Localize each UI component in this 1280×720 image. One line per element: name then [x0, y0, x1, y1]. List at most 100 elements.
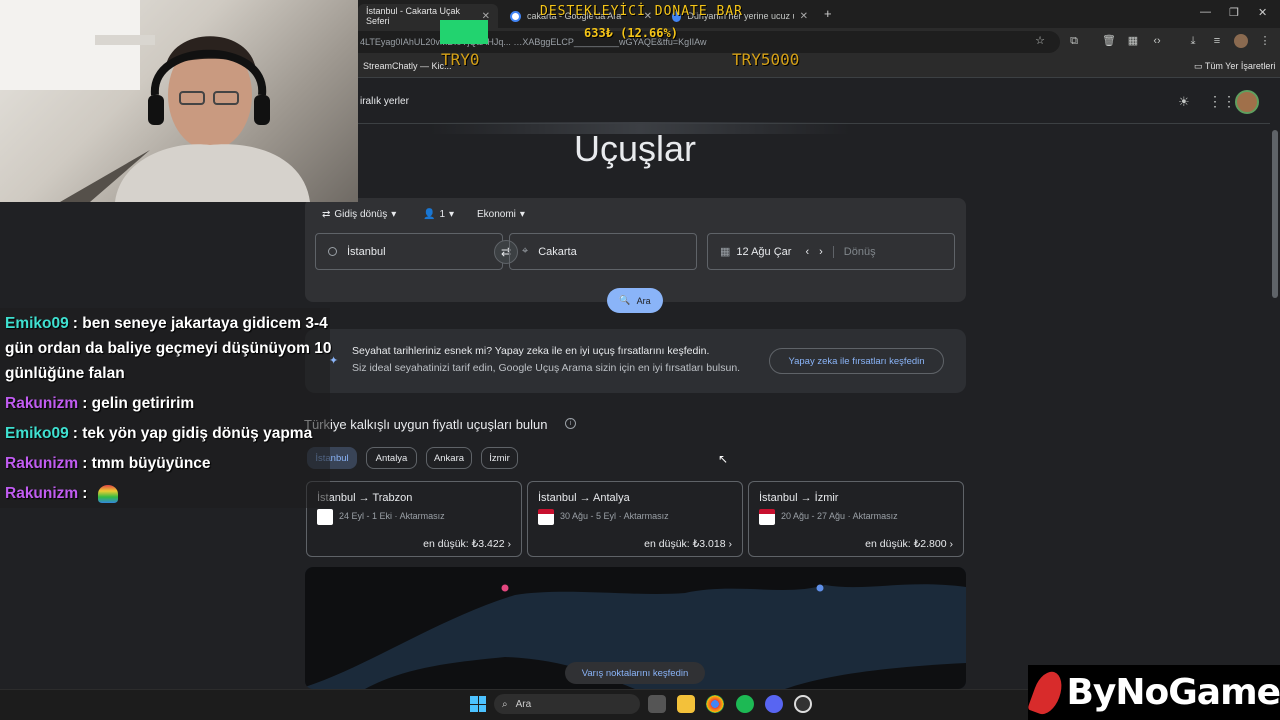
destination-field[interactable]: ⌖ Cakarta — [509, 233, 697, 270]
new-tab-button[interactable]: + — [824, 6, 832, 21]
spotify-icon[interactable] — [736, 695, 754, 713]
grid-icon[interactable]: ▦ — [1126, 34, 1140, 48]
route-card-antalya[interactable]: İstanbul → Antalya 30 Ağu - 5 Eyl · Akta… — [527, 481, 743, 557]
chrome-icon[interactable] — [706, 695, 724, 713]
trip-type-select[interactable]: ⇄ Gidiş dönüş ▾ — [322, 209, 396, 220]
route-dates: 24 Eyl - 1 Eki — [339, 511, 393, 521]
taskbar-search[interactable]: ⌕ Ara — [494, 694, 640, 714]
account-avatar[interactable] — [1235, 90, 1259, 114]
scrollbar-thumb[interactable] — [1272, 130, 1278, 298]
chip-antalya[interactable]: Antalya — [366, 447, 417, 469]
chip-ankara[interactable]: Ankara — [426, 447, 472, 469]
bynogame-mark-icon — [1027, 667, 1068, 718]
chat-message: Rakunizm: — [5, 481, 118, 506]
separator-dot: · — [618, 511, 622, 521]
taskbar-search-label: Ara — [515, 698, 532, 710]
route-dates: 20 Ağu - 27 Ağu — [781, 511, 846, 521]
class-select[interactable]: Ekonomi ▾ — [477, 209, 525, 220]
swap-arrows-icon: ⇄ — [322, 209, 331, 220]
separator-dot: · — [847, 511, 851, 521]
passenger-select[interactable]: 👤 1 ▾ — [423, 209, 454, 220]
donate-max: TRY5000 — [732, 50, 800, 69]
separator-dot: · — [394, 511, 398, 521]
all-bookmarks-label: Tüm Yer İşaretleri — [1204, 61, 1276, 71]
ai-banner-subtitle: Siz ideal seyahatinizi tarif edin, Googl… — [352, 362, 741, 374]
chevron-down-icon: ▾ — [519, 209, 525, 220]
obs-icon[interactable] — [794, 695, 812, 713]
chat-message-cont: günlüğüne falan — [5, 365, 125, 382]
search-button[interactable]: 🔍 Ara — [607, 288, 663, 313]
return-date[interactable]: Dönüş — [832, 245, 876, 258]
trip-type-label: Gidiş dönüş — [334, 209, 388, 220]
calendar-icon: ▦ — [720, 246, 731, 258]
profile-avatar[interactable] — [1234, 34, 1248, 48]
info-icon[interactable]: i — [565, 418, 576, 429]
close-window-icon[interactable]: ✕ — [1258, 6, 1267, 19]
theme-sun-icon[interactable]: ☀ — [1178, 94, 1190, 110]
chevron-right-icon: › — [507, 538, 512, 550]
route-name: İstanbul → Antalya — [538, 492, 630, 504]
chevron-right-icon: › — [949, 538, 954, 550]
depart-date[interactable]: 12 Ağu Çar — [736, 246, 791, 258]
route-meta: 20 Ağu - 27 Ağu · Aktarmasız — [781, 511, 898, 521]
trash-icon[interactable]: 🗑 — [1102, 34, 1116, 48]
route-dates: 30 Ağu - 5 Eyl — [560, 511, 617, 521]
route-price-value: en düşük: ₺3.422 — [423, 538, 505, 550]
donate-title: DESTEKLEYİCİ DONATE BAR — [540, 4, 744, 19]
route-stops: Aktarmasız — [852, 511, 898, 521]
streamer-image — [0, 0, 310, 202]
search-button-label: Ara — [636, 295, 651, 306]
folder-icon: ▭ — [1194, 61, 1205, 71]
prev-date-icon[interactable]: ‹ — [805, 246, 809, 258]
airline-logo — [317, 509, 333, 525]
origin-value: İstanbul — [347, 245, 386, 258]
bookmark-star-icon[interactable]: ☆ — [1033, 34, 1047, 48]
apps-grid-icon[interactable]: ⋮⋮ — [1208, 93, 1236, 110]
menu-icon[interactable]: ⋮ — [1258, 34, 1272, 48]
route-name: İstanbul → İzmir — [759, 492, 839, 504]
task-view-icon[interactable] — [648, 695, 666, 713]
chat-message: Rakunizm: tmm büyüyünce — [5, 451, 211, 476]
nav-vacation-rentals[interactable]: iralık yerler — [360, 96, 409, 107]
origin-field[interactable]: İstanbul — [315, 233, 503, 270]
cheap-flights-title: Türkiye kalkışlı uygun fiyatlı uçuşları … — [304, 417, 548, 432]
chat-username: Rakunizm — [5, 455, 79, 472]
restore-icon[interactable]: ❐ — [1229, 6, 1239, 19]
date-field[interactable]: ▦ 12 Ağu Çar ‹ › Dönüş — [707, 233, 955, 270]
route-meta: 30 Ağu - 5 Eyl · Aktarmasız — [560, 511, 669, 521]
chat-emote-icon — [97, 484, 118, 503]
route-card-trabzon[interactable]: İstanbul → Trabzon 24 Eyl - 1 Eki · Akta… — [306, 481, 522, 557]
chip-izmir[interactable]: İzmir — [481, 447, 518, 469]
mouse-cursor-icon: ↖ — [718, 452, 729, 466]
windows-start-icon[interactable] — [470, 696, 486, 712]
all-bookmarks-folder[interactable]: ▭ Tüm Yer İşaretleri — [1194, 61, 1275, 72]
chat-message: Rakunizm: gelin getiririm — [5, 391, 194, 416]
chevron-down-icon: ▾ — [449, 209, 455, 220]
media-icon[interactable]: ≡ — [1210, 34, 1224, 48]
bookmark-streamchatly[interactable]: StreamChatly — Kic... — [363, 61, 452, 71]
extensions-icon[interactable]: ⧉ — [1067, 34, 1081, 48]
route-card-izmir[interactable]: İstanbul → İzmir 20 Ağu - 27 Ağu · Aktar… — [748, 481, 964, 557]
code-icon[interactable]: ‹› — [1150, 34, 1164, 48]
next-date-icon[interactable]: › — [819, 246, 823, 258]
file-explorer-icon[interactable] — [677, 695, 695, 713]
route-price-value: en düşük: ₺3.018 — [644, 538, 726, 550]
donate-amount: 633₺ (12.66%) — [584, 26, 678, 40]
chat-text: : — [82, 485, 88, 502]
search-icon: 🔍 — [619, 295, 631, 305]
ai-explore-button[interactable]: Yapay zeka ile fırsatları keşfedin — [769, 348, 944, 374]
download-icon[interactable]: ⤓ — [1186, 34, 1200, 48]
route-price: en düşük: ₺2.800 › — [865, 538, 953, 550]
minimize-icon[interactable]: — — [1200, 6, 1211, 18]
ai-banner-title: Seyahat tarihleriniz esnek mi? Yapay zek… — [352, 345, 710, 357]
discord-icon[interactable] — [765, 695, 783, 713]
chat-username: Emiko09 — [5, 315, 69, 332]
origin-circle-icon — [328, 247, 337, 256]
class-label: Ekonomi — [477, 209, 516, 220]
close-tab-icon[interactable]: ✕ — [800, 11, 808, 22]
chat-text: : tek yön yap gidiş dönüş yapma — [72, 425, 313, 442]
bynogame-logo: ByNoGame — [1027, 665, 1280, 720]
route-price-value: en düşük: ₺2.800 — [865, 538, 947, 550]
explore-destinations-button[interactable]: Varış noktalarını keşfedin — [565, 662, 705, 684]
location-pin-icon: ⌖ — [522, 245, 529, 257]
